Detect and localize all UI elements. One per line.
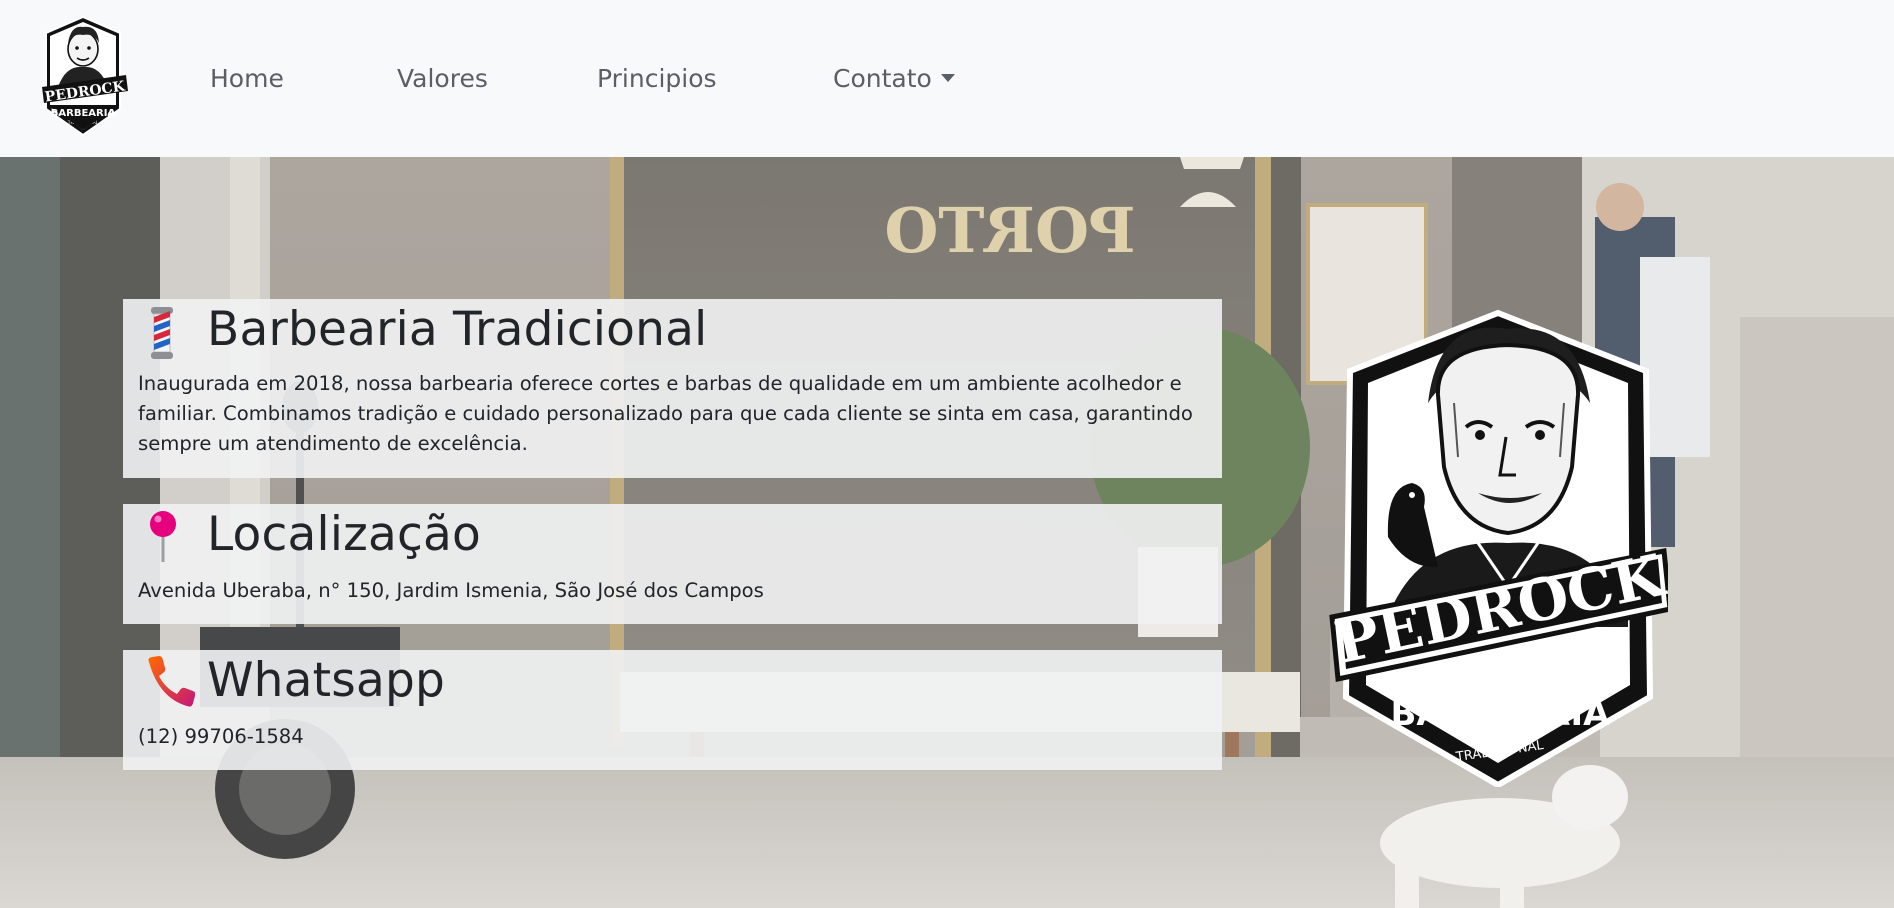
location-card: Localização Avenida Uberaba, n° 150, Jar… [123, 504, 1222, 624]
pedrock-barbearia-logo: PEDROCK BARBEARIA TRADICIONAL [1329, 309, 1668, 787]
nav-link-principios[interactable]: Principios [597, 61, 717, 97]
card-title-barbearia: Barbearia Tradicional [207, 302, 708, 357]
card-text-phone[interactable]: (12) 99706-1584 [138, 722, 1198, 752]
nav-dropdown-contato[interactable]: Contato [833, 61, 955, 97]
card-text-address: Avenida Uberaba, n° 150, Jardim Ismenia,… [138, 579, 764, 602]
card-text-barbearia: Inaugurada em 2018, nossa barbearia ofer… [138, 372, 1193, 455]
card-title-whatsapp: Whatsapp [207, 653, 446, 708]
navbar: PEDROCK BARBEARIA TRADICIONAL BARBEARIA … [0, 0, 1894, 157]
telephone-receiver-icon [148, 656, 195, 707]
hero-section: PORTO Barbearia Tradicional Inaugurada e… [0, 157, 1894, 908]
nav-link-contato-label: Contato [833, 64, 932, 93]
nav-link-valores[interactable]: Valores [397, 61, 488, 97]
about-card: Barbearia Tradicional Inaugurada em 2018… [123, 299, 1222, 478]
nav-link-home[interactable]: Home [210, 61, 284, 97]
brand-logo[interactable]: PEDROCK BARBEARIA TRADICIONAL BARBEARIA [36, 13, 131, 139]
whatsapp-card: Whatsapp (12) 99706-1584 [123, 650, 1222, 770]
card-title-localizacao: Localização [207, 507, 481, 562]
barber-pole-icon [151, 307, 173, 359]
round-pushpin-icon [150, 511, 176, 562]
big-logo-text-mid: BARBEARIA [1390, 694, 1610, 734]
pedrock-logo-icon: PEDROCK BARBEARIA TRADICIONAL BARBEARIA [42, 15, 128, 137]
caret-down-icon [940, 74, 955, 82]
logo-text-mid-overlay: BARBEARIA [51, 108, 116, 119]
